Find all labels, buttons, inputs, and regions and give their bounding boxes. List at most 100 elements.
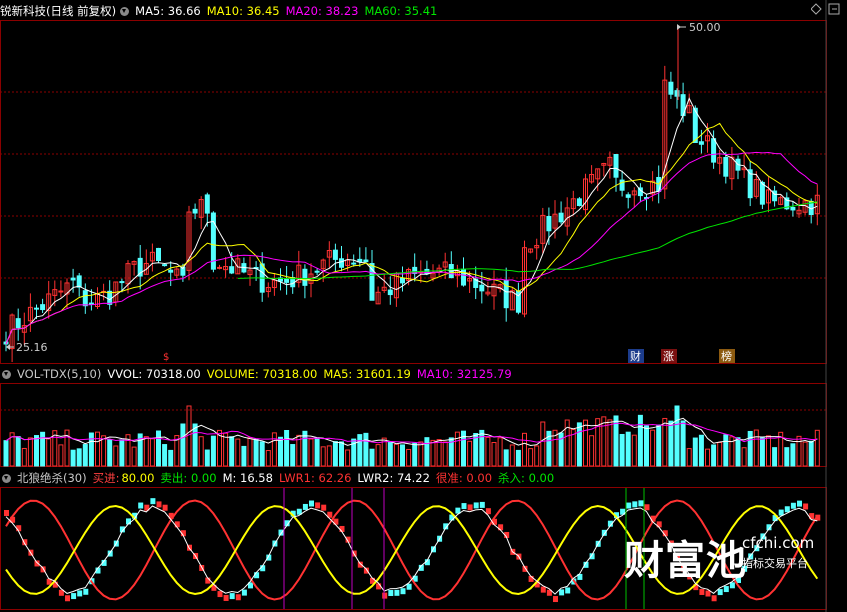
volume-bar [290, 444, 296, 467]
volume-bar [668, 420, 674, 467]
signal-block [632, 501, 638, 508]
price-chart[interactable] [3, 27, 820, 363]
volume-bar [583, 419, 588, 467]
candle-body [461, 268, 466, 286]
candle-body [717, 157, 723, 164]
volume-bar [570, 429, 576, 467]
volume-bar [174, 435, 180, 467]
volume-bar [759, 437, 765, 467]
volume-header: VOL-TDX(5,10) VVOL: 70318.00 VOLUME: 70318… [0, 365, 518, 383]
signal-block [473, 502, 479, 509]
candle-body [320, 259, 326, 270]
signal-block [351, 550, 357, 557]
volume-bar [711, 444, 717, 467]
signal-block [437, 535, 443, 542]
signal-block [168, 512, 174, 519]
candle-body [168, 269, 174, 273]
signal-block [16, 525, 22, 532]
candle-body [625, 194, 631, 198]
event-bang-badge[interactable] [719, 349, 735, 363]
signal-marker[interactable]: $ [163, 352, 169, 363]
candle-body [467, 277, 473, 282]
diamond-icon[interactable] [811, 3, 822, 15]
dropdown-circle-icon[interactable] [120, 7, 130, 16]
vol-indicator-name[interactable]: VOL-TDX(5,10) [17, 367, 101, 381]
candle-body [711, 138, 717, 163]
candle-body [400, 277, 405, 284]
signal-block [571, 578, 577, 585]
candle-body [515, 290, 521, 313]
signal-block [626, 502, 632, 509]
volume-bar [662, 417, 668, 467]
candle-body [522, 247, 527, 315]
volume-bar [766, 435, 771, 467]
indicator-header: 北狼绝杀(30) 买进: 80.00 卖出: 0.00 M: 16.58 LWR1: 62… [0, 469, 560, 487]
chart-canvas: 50.00 25.16 $ 财 涨 榜 [0, 0, 827, 612]
ma10-line [5, 122, 818, 345]
volume-bar [162, 444, 168, 467]
volume-bar [186, 405, 192, 467]
volume-bar [168, 449, 174, 467]
signal-block [248, 582, 253, 589]
candle-body [46, 293, 52, 311]
dropdown-circle-icon[interactable] [2, 370, 11, 379]
price-pane-border [0, 20, 827, 364]
candle-body [619, 179, 625, 191]
signal-block [241, 589, 247, 596]
stock-title[interactable]: 锐新科技(日线 前复权) [0, 4, 116, 18]
candle-body [21, 325, 27, 333]
m-readout: M: 16.58 [222, 471, 273, 485]
volume-bar [345, 449, 351, 467]
signal-block [595, 540, 601, 547]
candle-body [473, 278, 479, 288]
candle-body [772, 190, 778, 202]
volume-bar [296, 434, 302, 467]
volume-bar [21, 447, 27, 467]
volume-bar [479, 429, 485, 467]
candle-body [393, 273, 399, 299]
volume-bar [723, 434, 729, 467]
signal-block [235, 594, 241, 601]
candle-body [156, 247, 161, 262]
signal-block [126, 518, 131, 525]
volume-bar [467, 440, 473, 467]
signal-block [199, 564, 205, 571]
candle-body [558, 212, 564, 223]
candle-body [381, 286, 387, 291]
candle-body [363, 259, 369, 263]
ma60-line [237, 201, 818, 280]
candle-body [631, 190, 637, 196]
signal-block [534, 581, 540, 588]
candle-body [650, 180, 656, 195]
candle-body [308, 273, 314, 284]
dropdown-circle-icon[interactable] [2, 474, 11, 483]
event-zhang-badge[interactable] [661, 349, 677, 363]
signal-block [431, 546, 436, 553]
volume-chart[interactable] [3, 405, 820, 467]
candle-body [766, 189, 771, 204]
signal-block [58, 589, 64, 596]
candle-body [357, 258, 363, 263]
indicator-name[interactable]: 北狼绝杀(30) [17, 471, 87, 485]
volume-bar [753, 429, 759, 467]
candle-body [101, 290, 107, 293]
signal-block [339, 525, 345, 532]
signal-block [492, 518, 497, 525]
candle-body [698, 141, 704, 145]
signal-block [4, 509, 9, 516]
volume-bar [735, 437, 741, 467]
signal-block [809, 513, 815, 520]
candle-body [284, 278, 290, 283]
candle-body [88, 302, 94, 305]
signal-block [711, 595, 717, 602]
event-cai-badge[interactable] [628, 349, 644, 363]
signal-block [34, 560, 40, 567]
volume-bar [418, 441, 424, 467]
signal-block [601, 529, 607, 536]
signal-block [150, 498, 156, 505]
signal-block [10, 516, 16, 523]
signal-block [504, 531, 510, 538]
candle-body [76, 275, 82, 288]
candle-body [747, 169, 753, 199]
candle-body [576, 198, 582, 207]
